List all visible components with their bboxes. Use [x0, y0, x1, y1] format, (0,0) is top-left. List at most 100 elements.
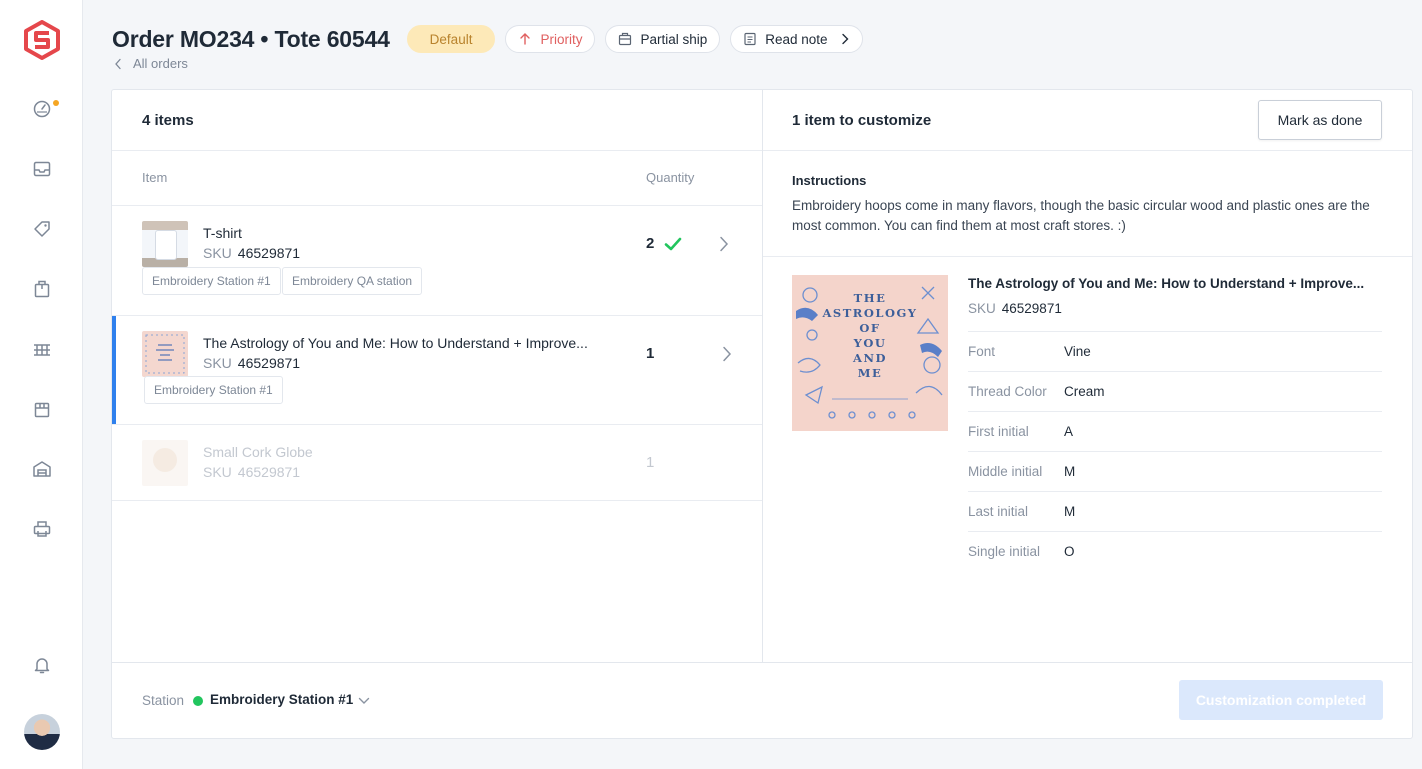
item-thumbnail [142, 331, 188, 377]
tag-icon[interactable] [31, 218, 53, 240]
partial-ship-label: Partial ship [640, 31, 708, 47]
sku-value: 46529871 [237, 464, 301, 480]
breadcrumb-label: All orders [133, 56, 188, 71]
property-key: First initial [968, 424, 1029, 439]
column-header-quantity: Quantity [646, 170, 695, 185]
notification-dot [53, 100, 59, 106]
property-value: Vine [1064, 344, 1091, 359]
customization-completed-button[interactable]: Customization completed [1179, 680, 1383, 720]
items-panel: 4 items Item Quantity T-shirt SKU 4652987… [112, 90, 763, 662]
mark-as-done-button[interactable]: Mark as done [1258, 100, 1382, 140]
back-to-orders-link[interactable]: All orders [114, 56, 188, 71]
property-key: Single initial [968, 544, 1041, 559]
inbox-icon[interactable] [31, 158, 53, 180]
divider [763, 256, 1412, 257]
chevron-right-icon [841, 33, 849, 45]
chevron-left-icon [115, 58, 121, 69]
station-label: Station [142, 693, 185, 708]
box-icon[interactable] [31, 398, 53, 420]
order-header: Order MO234 • Tote 60544 Default Priorit… [112, 24, 873, 54]
package-icon[interactable] [31, 278, 53, 300]
item-sku: SKU 46529871 [203, 464, 300, 480]
book-cover-line: ME [857, 366, 883, 380]
property-row: Single initial O [968, 531, 1382, 571]
book-cover-line: AND [853, 351, 887, 365]
chevron-down-icon[interactable] [358, 697, 370, 705]
station-status-dot [193, 696, 203, 706]
items-count-title: 4 items [142, 112, 194, 129]
item-name: Small Cork Globe [203, 444, 313, 460]
item-name: The Astrology of You and Me: How to Unde… [203, 335, 588, 351]
property-row: Font Vine [968, 331, 1382, 371]
page-title: Order MO234 • Tote 60544 [112, 25, 390, 52]
table-row-disabled[interactable]: Small Cork Globe SKU 46529871 1 [112, 425, 762, 500]
user-avatar[interactable] [24, 714, 60, 750]
property-value: O [1064, 544, 1075, 559]
divider [763, 150, 1412, 151]
chevron-right-icon[interactable] [719, 236, 729, 252]
table-row-selected[interactable]: The Astrology of You and Me: How to Unde… [112, 316, 762, 424]
property-key: Last initial [968, 504, 1029, 519]
quantity-value: 1 [646, 454, 655, 471]
column-header-item: Item [142, 170, 168, 185]
sku-label: SKU [968, 301, 996, 316]
sku-label: SKU [203, 245, 232, 261]
package-icon [619, 32, 632, 46]
sku-label: SKU [203, 464, 232, 480]
quantity-value: 1 [646, 345, 655, 362]
property-value: A [1064, 424, 1074, 439]
property-key: Middle initial [968, 464, 1043, 479]
check-icon [665, 237, 682, 250]
read-note-label: Read note [765, 31, 828, 47]
property-row: Thread Color Cream [968, 371, 1382, 411]
arrow-up-icon [520, 33, 531, 45]
property-value: M [1064, 464, 1076, 479]
station-selector[interactable]: Embroidery Station #1 [210, 692, 353, 707]
sku-label: SKU [203, 355, 232, 371]
product-title: The Astrology of You and Me: How to Unde… [968, 276, 1365, 291]
card-footer: Station Embroidery Station #1 Customizat… [112, 662, 1412, 738]
item-sku: SKU 46529871 [203, 245, 300, 261]
station-tag: Embroidery Station #1 [144, 376, 283, 404]
chevron-right-icon[interactable] [722, 346, 732, 362]
quantity-value: 2 [646, 235, 655, 252]
book-cover-line: OF [859, 321, 881, 335]
note-icon [744, 32, 756, 46]
product-image: THE ASTROLOGY OF YOU AND ME [792, 275, 948, 431]
book-cover-line: THE [853, 291, 887, 305]
table-row[interactable]: T-shirt SKU 46529871 2 Embroidery Station… [112, 206, 762, 315]
item-thumbnail [142, 440, 188, 486]
sku-value: 46529871 [1001, 301, 1062, 316]
station-tag: Embroidery Station #1 [142, 267, 281, 295]
partial-ship-badge[interactable]: Partial ship [605, 25, 721, 53]
product-sku: SKU 46529871 [968, 301, 1062, 316]
dashboard-gauge-icon[interactable] [31, 98, 53, 120]
pallet-icon[interactable] [31, 338, 53, 360]
sku-value: 46529871 [237, 245, 301, 261]
property-value: M [1064, 504, 1076, 519]
sku-value: 46529871 [237, 355, 301, 371]
printer-icon[interactable] [31, 518, 53, 540]
customize-panel: 1 item to customize Mark as done Instruc… [763, 90, 1412, 662]
order-card: 4 items Item Quantity T-shirt SKU 4652987… [111, 89, 1413, 739]
item-quantity: 1 [646, 454, 654, 471]
property-row: Middle initial M [968, 451, 1382, 491]
read-note-button[interactable]: Read note [730, 25, 863, 53]
divider [112, 500, 762, 501]
book-cover-line: YOU [853, 336, 887, 350]
instructions-title: Instructions [792, 173, 867, 188]
book-cover-title: THE ASTROLOGY OF YOU AND ME [792, 291, 948, 381]
bell-icon[interactable] [31, 654, 53, 676]
station-tag: Embroidery QA station [282, 267, 423, 295]
warehouse-icon[interactable] [31, 458, 53, 480]
item-sku: SKU 46529871 [203, 355, 300, 371]
default-badge: Default [406, 25, 496, 53]
property-value: Cream [1064, 384, 1105, 399]
property-row: Last initial M [968, 491, 1382, 531]
item-quantity: 2 [646, 235, 682, 252]
sidebar [0, 0, 83, 769]
divider [112, 150, 762, 151]
brand-logo-icon[interactable] [23, 20, 61, 60]
priority-badge[interactable]: Priority [505, 25, 596, 53]
item-quantity: 1 [646, 345, 654, 362]
